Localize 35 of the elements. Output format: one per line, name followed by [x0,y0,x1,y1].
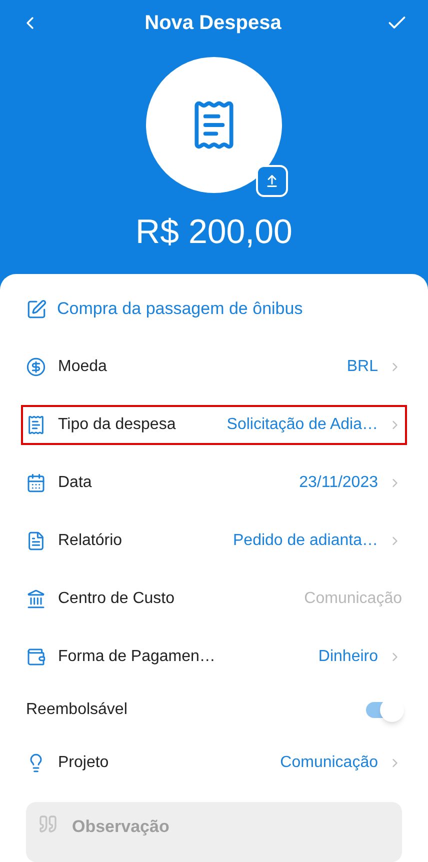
field-label: Projeto [58,753,109,773]
calendar-icon [26,473,46,493]
form-row[interactable]: Tipo da despesa Solicitação de Adia… [12,396,416,454]
form-row[interactable]: Moeda BRL [12,338,416,396]
field-label: Data [58,473,92,493]
field-value: Comunicação [304,589,402,609]
form-row[interactable]: Forma de Pagamen… Dinheiro [12,628,416,686]
note-placeholder: Observação [72,816,170,838]
field-label: Moeda [58,357,107,377]
bank-icon [26,589,46,609]
form-row[interactable]: Data 23/11/2023 [12,454,416,512]
page-title: Nova Despesa [144,10,282,36]
amount: R$ 200,00 [136,212,292,253]
upload-icon [265,174,279,188]
edit-icon [26,298,47,320]
field-label: Relatório [58,531,122,551]
field-label: Tipo da despesa [58,415,176,435]
field-value: 23/11/2023 [299,473,378,493]
field-value: Comunicação [280,753,378,773]
field-value: Dinheiro [318,647,378,667]
form-row[interactable]: Projeto Comunicação [12,734,416,792]
form-row[interactable]: Relatório Pedido de adianta… [12,512,416,570]
field-value: Solicitação de Adia… [226,415,378,435]
field-label: Forma de Pagamen… [58,647,216,667]
dollar-coin-icon [26,357,46,377]
document-icon [26,531,46,551]
field-value: BRL [346,357,378,377]
upload-button[interactable] [256,165,288,197]
field-value: Pedido de adianta… [233,531,378,551]
receipt-icon [26,415,46,435]
toggle-label: Reembolsável [26,700,128,720]
field-label: Centro de Custo [58,589,175,609]
quote-icon [38,814,58,834]
wallet-icon [26,647,46,667]
description-text[interactable]: Compra da passagem de ônibus [57,296,303,322]
